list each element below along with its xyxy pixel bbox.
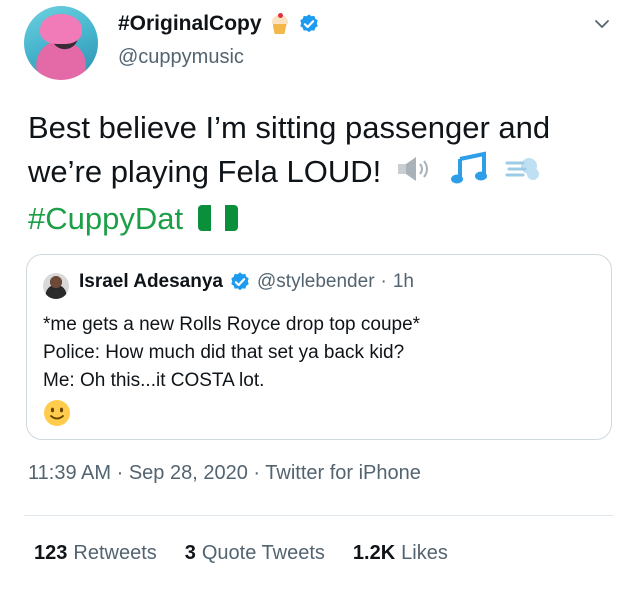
quoted-tweet-card[interactable]: Israel Adesanya @stylebender · 1h *me ge…	[26, 254, 612, 440]
likes-count: 1.2K	[352, 542, 396, 564]
slightly-smiling-face-icon	[44, 400, 70, 426]
tweet-date[interactable]: Sep 28, 2020	[129, 462, 248, 484]
musical-notes-icon	[450, 151, 490, 197]
quote-tweets-label: Quote Tweets	[201, 542, 325, 564]
tweet-text: Best believe I’m sitting passenger and w…	[28, 106, 618, 243]
quoted-author-avatar[interactable]	[43, 273, 69, 299]
tweet-time[interactable]: 11:39 AM	[28, 462, 111, 484]
author-display-name[interactable]: #OriginalCopy	[118, 12, 262, 36]
author-handle[interactable]: @cuppymusic	[118, 46, 244, 69]
quoted-tweet-text: *me gets a new Rolls Royce drop top coup…	[43, 311, 420, 427]
meta-separator: ·	[116, 462, 124, 484]
author-name-row[interactable]: #OriginalCopy	[118, 12, 320, 36]
meta-separator: ·	[380, 271, 387, 292]
quoted-line: *me gets a new Rolls Royce drop top coup…	[43, 314, 421, 335]
quoted-tweet-header: Israel Adesanya @stylebender · 1h	[79, 271, 414, 293]
verified-badge-icon	[231, 272, 249, 291]
likes-label: Likes	[401, 542, 448, 564]
quoted-author-handle[interactable]: @stylebender	[257, 271, 375, 293]
meta-separator: ·	[253, 462, 261, 484]
tweet-header: #OriginalCopy @cuppymusic	[0, 0, 638, 90]
quoted-tweet-time[interactable]: 1h	[393, 271, 414, 293]
nigeria-flag-icon	[197, 199, 238, 243]
tweet-meta: 11:39 AM · Sep 28, 2020 · Twitter for iP…	[28, 462, 421, 485]
quote-tweets-count: 3	[184, 542, 196, 564]
quoted-line: Police: How much did that set ya back ki…	[43, 342, 405, 363]
divider	[24, 515, 614, 516]
author-avatar[interactable]	[24, 6, 98, 80]
quoted-line: Me: Oh this...it COSTA lot.	[43, 370, 265, 391]
retweets-count: 123	[34, 542, 68, 564]
chevron-down-icon[interactable]	[592, 14, 612, 34]
quote-tweets-stat[interactable]: 3 Quote Tweets	[185, 542, 325, 565]
verified-badge-icon	[299, 14, 318, 33]
dash-icon	[505, 152, 541, 196]
speaker-loud-icon	[396, 152, 436, 196]
tweet-source[interactable]: Twitter for iPhone	[265, 462, 421, 484]
quoted-author-name[interactable]: Israel Adesanya	[79, 271, 223, 293]
retweets-label: Retweets	[73, 542, 157, 564]
hashtag-link[interactable]: #CuppyDat	[28, 201, 183, 236]
cupcake-icon	[270, 13, 290, 35]
likes-stat[interactable]: 1.2K Likes	[353, 542, 448, 565]
tweet-stats: 123 Retweets 3 Quote Tweets 1.2K Likes	[34, 542, 448, 565]
retweets-stat[interactable]: 123 Retweets	[34, 542, 157, 565]
